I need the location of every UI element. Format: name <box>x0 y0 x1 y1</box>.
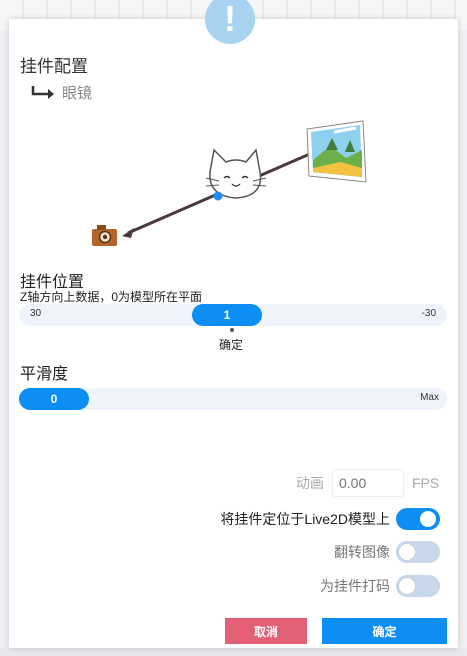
toggle-row-anchor-live2d: 将挂件定位于Live2D模型上 <box>220 507 440 531</box>
animation-label: 动画 <box>296 475 324 491</box>
confirm-button[interactable]: 确定 <box>322 618 447 644</box>
switch-knob <box>399 578 415 594</box>
animation-fps-row: 动画 FPS <box>296 468 439 498</box>
toggle-flip-image-label: 翻转图像 <box>334 544 390 560</box>
toggle-row-flip-image: 翻转图像 <box>334 540 440 564</box>
toggle-anchor-live2d-label: 将挂件定位于Live2D模型上 <box>220 511 390 527</box>
toggle-mosaic-label: 为挂件打码 <box>320 578 390 594</box>
fps-input[interactable] <box>332 469 404 497</box>
switch-knob <box>420 511 436 527</box>
smoothness-slider-thumb[interactable]: 0 <box>19 388 89 410</box>
position-slider[interactable]: 30 1 -30 <box>19 304 447 326</box>
position-slider-max-label: -30 <box>421 308 436 319</box>
toggle-row-mosaic: 为挂件打码 <box>320 574 440 598</box>
toggle-flip-image[interactable] <box>396 541 440 563</box>
smoothness-section-title: 平滑度 <box>20 366 69 383</box>
camera-icon <box>92 225 117 246</box>
confirm-marker-dot <box>230 328 234 332</box>
toggle-mosaic[interactable] <box>396 575 440 597</box>
pendant-preview-scene[interactable] <box>0 0 467 260</box>
position-confirm-label: 确定 <box>219 338 244 352</box>
background-bottom <box>0 648 467 656</box>
switch-knob <box>399 544 415 560</box>
cat-face-icon <box>205 148 267 199</box>
smoothness-slider-max-label: Max <box>420 392 439 403</box>
smoothness-slider[interactable]: 0 Max <box>19 388 447 410</box>
toggle-anchor-live2d[interactable] <box>396 508 440 530</box>
position-hint: Z轴方向上数据，0为模型所在平面 <box>20 290 203 304</box>
position-slider-thumb[interactable]: 1 <box>192 304 262 326</box>
pendant-anchor-point[interactable] <box>213 191 223 201</box>
fps-unit: FPS <box>412 475 440 491</box>
cancel-button[interactable]: 取消 <box>225 618 307 644</box>
position-slider-min-label: 30 <box>30 308 42 319</box>
landscape-picture-icon <box>306 120 367 183</box>
